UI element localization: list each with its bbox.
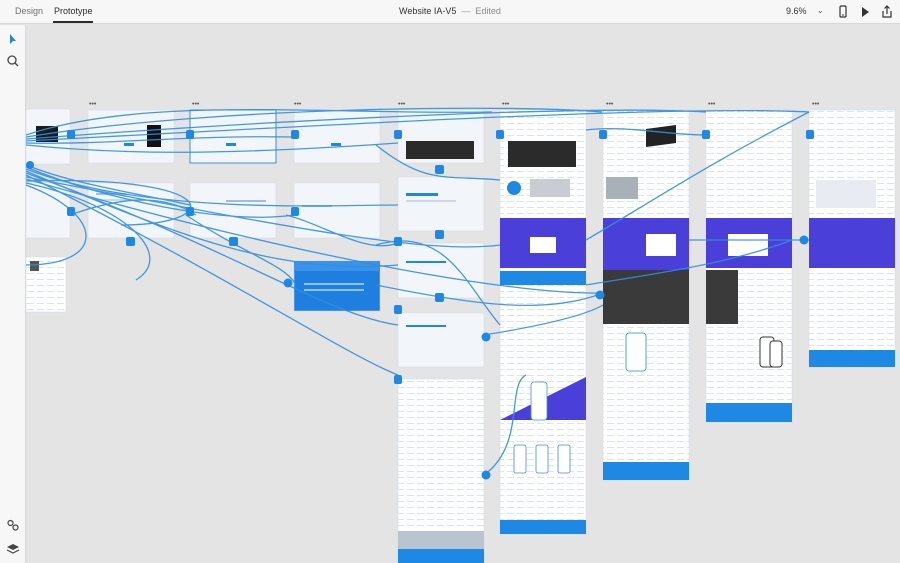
artboard-band	[500, 271, 586, 285]
column-7: •••	[602, 101, 690, 481]
artboard-text	[226, 200, 266, 202]
layers-icon[interactable]	[5, 541, 21, 557]
title-separator: —	[461, 6, 471, 16]
artboard-footer	[500, 520, 586, 534]
artboard-image	[816, 180, 876, 208]
artboard-image	[30, 261, 39, 271]
column-6: •••	[499, 101, 587, 535]
artboard-footer	[706, 403, 792, 422]
artboard-phone	[535, 444, 549, 474]
device-preview-icon[interactable]	[835, 4, 851, 20]
column-9: •••	[808, 101, 896, 368]
prototype-canvas[interactable]: ••• ••• ••• ••• ••• ••• ••• •••	[26, 25, 900, 563]
artboard-dark-band	[706, 270, 738, 324]
artboards-and-wires: ••• ••• ••• ••• ••• ••• ••• •••	[26, 101, 896, 563]
more-icon[interactable]: •••	[812, 101, 820, 108]
artboard-phone	[557, 444, 571, 474]
artboard-image	[406, 141, 474, 159]
artboard-phone	[530, 381, 548, 421]
artboard-phone	[769, 340, 783, 368]
artboard-text	[406, 261, 446, 263]
artboard[interactable]	[26, 182, 71, 239]
artboard-image	[530, 237, 556, 253]
zoom-level[interactable]: 9.6%	[786, 6, 807, 16]
artboard-button	[331, 143, 341, 146]
artboard-footer	[398, 549, 484, 563]
document-title: Website IA-V5	[399, 6, 457, 16]
more-icon[interactable]: •••	[192, 101, 200, 108]
plugins-icon[interactable]	[5, 517, 21, 533]
more-icon[interactable]: •••	[89, 101, 97, 108]
artboard-footer	[603, 462, 689, 480]
artboard-footer	[398, 531, 484, 549]
chevron-down-icon[interactable]: ⌄	[817, 6, 824, 15]
more-icon[interactable]: •••	[606, 101, 614, 108]
more-icon[interactable]: •••	[502, 101, 510, 108]
artboard[interactable]	[397, 242, 485, 299]
artboard-phone	[625, 332, 647, 372]
artboard-image	[147, 125, 161, 147]
column-2: •••	[87, 101, 175, 239]
share-icon[interactable]	[879, 4, 895, 20]
zoom-search-icon[interactable]	[5, 53, 21, 69]
artboard-image	[646, 234, 676, 256]
top-toolbar: Design Prototype Website IA-V5— Edited 9.…	[0, 0, 900, 24]
artboard-button	[124, 143, 134, 146]
artboard-icon	[507, 181, 521, 195]
artboard-image	[508, 141, 576, 167]
document-title-bar: Website IA-V5 — Edited	[0, 6, 900, 16]
artboard[interactable]	[397, 176, 485, 232]
left-toolbar	[0, 25, 26, 563]
more-icon[interactable]: •••	[708, 101, 716, 108]
artboard[interactable]	[397, 312, 485, 368]
artboard-footer	[809, 350, 895, 367]
document-status: Edited	[475, 6, 501, 16]
more-icon[interactable]: •••	[398, 101, 406, 108]
artboard-image	[728, 234, 768, 256]
active-tab-indicator	[53, 21, 93, 23]
play-icon[interactable]	[857, 4, 873, 20]
artboard-text	[304, 289, 364, 291]
artboard-text	[406, 200, 456, 202]
more-icon[interactable]: •••	[294, 101, 302, 108]
artboard-image	[606, 177, 638, 199]
artboard-button	[226, 143, 236, 146]
artboard-phone	[513, 444, 527, 474]
artboard-hero	[809, 218, 895, 268]
artboard-text	[406, 325, 446, 327]
artboard-text	[304, 283, 364, 285]
artboard-image	[530, 179, 570, 197]
artboard-text	[406, 193, 438, 196]
artboard-dark-band	[603, 270, 689, 324]
select-arrow-icon[interactable]	[5, 31, 21, 47]
